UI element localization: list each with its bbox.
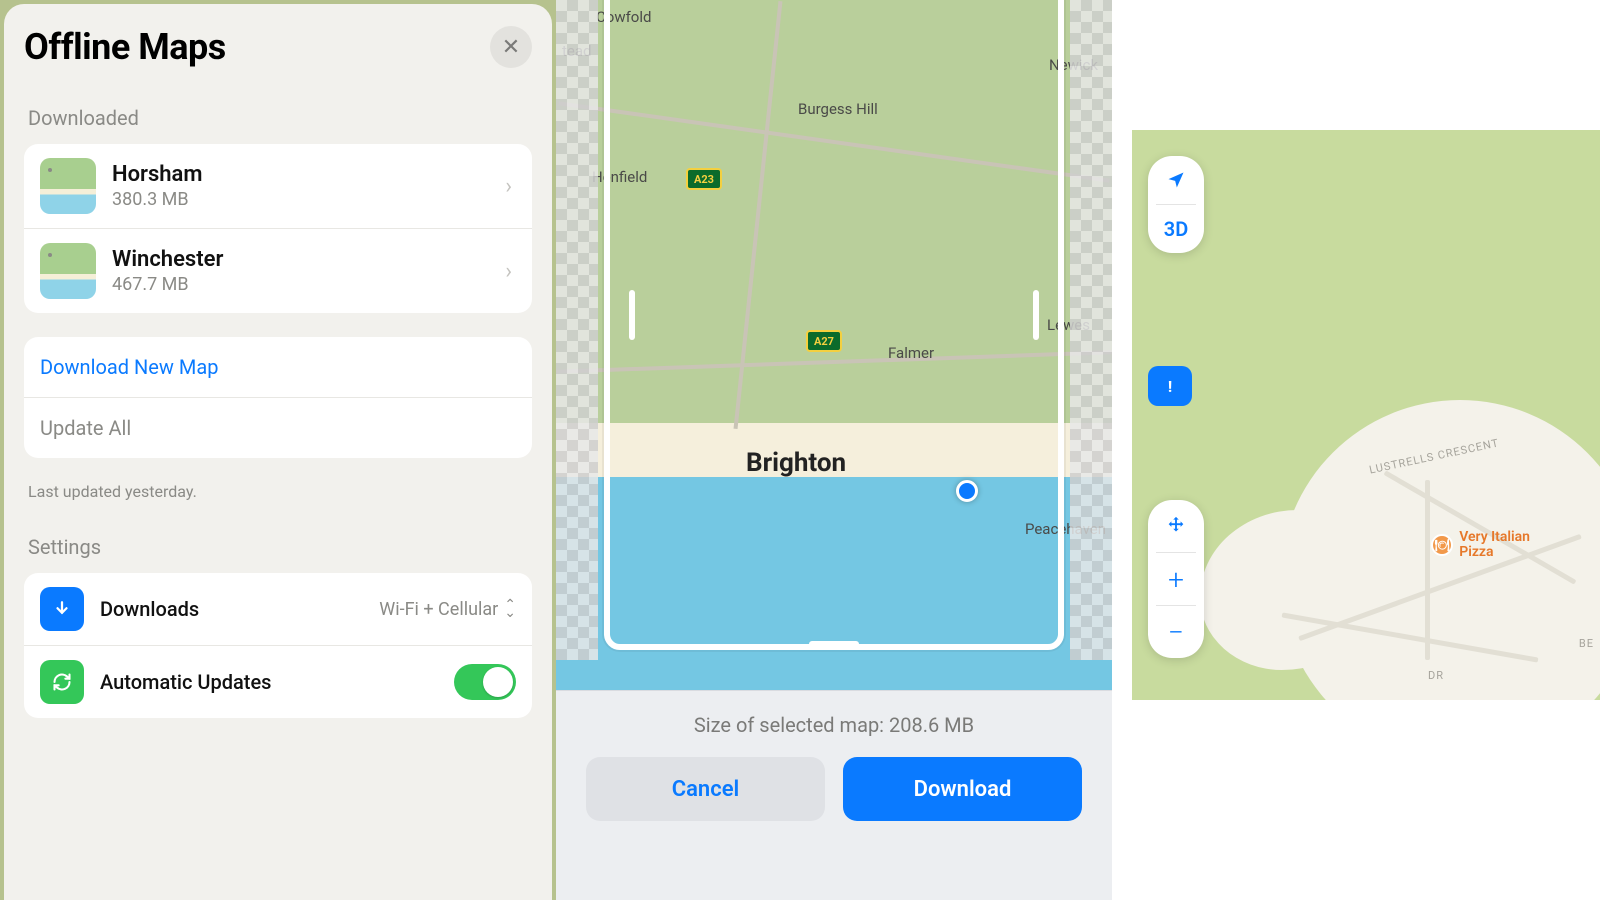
updown-icon: ⌃⌄ <box>504 601 516 617</box>
3d-button[interactable]: 3D <box>1148 205 1204 253</box>
zoom-controls-pill: + − <box>1148 500 1204 658</box>
downloaded-map-row[interactable]: Horsham 380.3 MB › <box>24 144 532 229</box>
poi-restaurant[interactable]: 🍽 Very Italian Pizza <box>1431 530 1530 561</box>
map-size: 380.3 MB <box>112 189 501 210</box>
selection-rectangle[interactable] <box>604 0 1064 650</box>
download-bottom-bar: Size of selected map: 208.6 MB Cancel Do… <box>556 690 1112 900</box>
zoom-in-button[interactable]: + <box>1148 553 1204 605</box>
download-button[interactable]: Download <box>843 757 1082 821</box>
map-thumbnail <box>40 158 96 214</box>
zoom-out-button[interactable]: − <box>1148 606 1204 658</box>
download-map-panel: Cowfold tead Henfield Burgess Hill Newic… <box>556 0 1112 900</box>
cancel-button[interactable]: Cancel <box>586 757 825 821</box>
crop-handle-right[interactable] <box>1033 290 1039 340</box>
selected-size-text: Size of selected map: 208.6 MB <box>586 713 1082 737</box>
road-name-label: BE <box>1579 637 1594 650</box>
auto-updates-toggle[interactable] <box>454 664 516 700</box>
sheet-header: Offline Maps ✕ <box>24 26 532 68</box>
row-body: Horsham 380.3 MB <box>112 162 501 210</box>
exclamation-icon: ! <box>1168 377 1172 396</box>
section-label-downloaded: Downloaded <box>28 106 528 130</box>
report-issue-button[interactable]: ! <box>1148 366 1192 406</box>
chevron-right-icon: › <box>501 259 516 284</box>
chevron-right-icon: › <box>501 174 516 199</box>
out-of-bounds-overlay <box>1070 0 1112 660</box>
minus-icon: − <box>1168 616 1184 649</box>
update-all-link[interactable]: Update All <box>24 398 532 458</box>
crop-handle-left[interactable] <box>629 290 635 340</box>
page-title: Offline Maps <box>24 26 226 68</box>
setting-value: Wi-Fi + Cellular <box>379 599 498 620</box>
setting-label: Automatic Updates <box>100 670 454 694</box>
plus-icon: + <box>1168 563 1184 596</box>
actions-card: Download New Map Update All <box>24 337 532 458</box>
offline-maps-sheet: Offline Maps ✕ Downloaded Horsham 380.3 … <box>4 4 552 900</box>
out-of-bounds-overlay <box>556 0 598 660</box>
crop-handle-bottom[interactable] <box>809 641 859 647</box>
auto-updates-setting-row: Automatic Updates <box>24 646 532 718</box>
refresh-icon <box>40 660 84 704</box>
view-controls-pill: 3D <box>1148 156 1204 253</box>
map-controls-panel: LUSTRELLS CRESCENT DR BE 🍽 Very Italian … <box>1112 0 1600 900</box>
map-name: Winchester <box>112 247 501 272</box>
move-icon <box>1165 515 1187 537</box>
close-button[interactable]: ✕ <box>490 26 532 68</box>
last-updated-text: Last updated yesterday. <box>28 482 528 501</box>
close-icon: ✕ <box>502 35 520 60</box>
location-arrow-icon <box>1166 170 1186 190</box>
pan-button[interactable] <box>1148 500 1204 552</box>
settings-card: Downloads Wi-Fi + Cellular ⌃⌄ Automatic … <box>24 573 532 718</box>
downloads-setting-row[interactable]: Downloads Wi-Fi + Cellular ⌃⌄ <box>24 573 532 646</box>
restaurant-icon: 🍽 <box>1431 534 1453 556</box>
map-thumbnail <box>40 243 96 299</box>
downloaded-maps-card: Horsham 380.3 MB › Winchester 467.7 MB › <box>24 144 532 313</box>
map-size: 467.7 MB <box>112 274 501 295</box>
download-icon <box>40 587 84 631</box>
road-name-label: DR <box>1428 669 1444 682</box>
download-new-map-link[interactable]: Download New Map <box>24 337 532 398</box>
row-body: Winchester 467.7 MB <box>112 247 501 295</box>
button-row: Cancel Download <box>586 757 1082 821</box>
setting-label: Downloads <box>100 597 379 621</box>
map-name: Horsham <box>112 162 501 187</box>
poi-label: Very Italian Pizza <box>1459 530 1530 561</box>
section-label-settings: Settings <box>28 535 528 559</box>
locate-button[interactable] <box>1148 156 1204 204</box>
downloaded-map-row[interactable]: Winchester 467.7 MB › <box>24 229 532 313</box>
offline-maps-panel: Offline Maps ✕ Downloaded Horsham 380.3 … <box>0 0 556 900</box>
